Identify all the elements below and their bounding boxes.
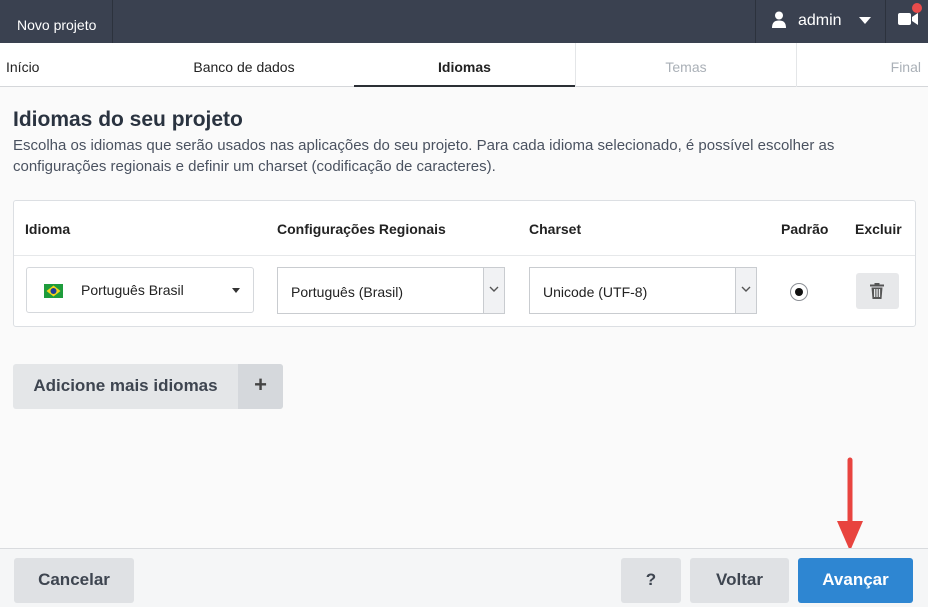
help-button[interactable]: ? xyxy=(621,558,681,603)
step-final: Final xyxy=(796,43,928,87)
user-icon xyxy=(772,11,786,28)
page-title: Idiomas do seu projeto xyxy=(13,108,243,131)
column-header-default: Padrão xyxy=(781,221,829,237)
page-description: Escolha os idiomas que serão usados nas … xyxy=(13,137,835,175)
charset-value: Unicode (UTF-8) xyxy=(543,284,648,300)
top-bar: Novo projeto admin xyxy=(0,0,928,43)
regional-value: Português (Brasil) xyxy=(291,284,404,300)
step-idiomas[interactable]: Idiomas xyxy=(354,43,575,87)
step-label: Idiomas xyxy=(438,59,491,75)
delete-language-button[interactable] xyxy=(856,273,899,309)
annotation-arrow-down-icon xyxy=(837,457,863,551)
chevron-down-icon xyxy=(232,288,240,293)
video-button[interactable] xyxy=(885,0,928,43)
language-value: Português Brasil xyxy=(81,282,184,298)
column-header-regional: Configurações Regionais xyxy=(277,221,446,237)
user-name: admin xyxy=(798,12,842,29)
trash-icon xyxy=(870,283,884,299)
step-label: Banco de dados xyxy=(193,59,295,75)
radio-selected-dot xyxy=(795,288,803,296)
wizard-steps: Início Banco de dados Idiomas Temas Fina… xyxy=(0,43,928,87)
step-label: Início xyxy=(6,59,40,75)
language-select[interactable]: Português Brasil xyxy=(26,267,254,313)
chevron-down-icon[interactable] xyxy=(483,268,504,313)
notification-badge xyxy=(912,3,922,13)
back-button[interactable]: Voltar xyxy=(690,558,789,603)
user-menu[interactable]: admin xyxy=(755,0,885,43)
column-header-language: Idioma xyxy=(25,221,71,237)
step-banco-de-dados[interactable]: Banco de dados xyxy=(134,43,354,87)
regional-select[interactable]: Português (Brasil) xyxy=(277,267,505,314)
header-divider xyxy=(14,255,915,256)
add-language-label: Adicione mais idiomas xyxy=(33,376,218,395)
step-label: Final xyxy=(890,59,921,75)
column-header-charset: Charset xyxy=(529,221,582,237)
next-button[interactable]: Avançar xyxy=(798,558,913,603)
project-tab[interactable]: Novo projeto xyxy=(0,0,113,43)
add-language-button[interactable]: Adicione mais idiomas + xyxy=(13,364,283,409)
chevron-down-icon xyxy=(859,17,871,24)
column-header-delete: Excluir xyxy=(855,221,902,237)
project-tab-label: Novo projeto xyxy=(17,17,97,33)
languages-table: Idioma Configurações Regionais Charset P… xyxy=(13,200,916,327)
step-temas: Temas xyxy=(575,43,796,87)
default-radio[interactable] xyxy=(790,283,808,301)
cancel-button[interactable]: Cancelar xyxy=(14,558,134,603)
step-label: Temas xyxy=(665,59,707,75)
video-camera-icon xyxy=(898,13,918,25)
charset-select[interactable]: Unicode (UTF-8) xyxy=(529,267,757,314)
step-inicio[interactable]: Início xyxy=(0,43,45,87)
brazil-flag-icon xyxy=(44,284,63,298)
footer-bar: Cancelar ? Voltar Avançar xyxy=(0,548,928,607)
plus-icon: + xyxy=(238,364,283,409)
chevron-down-icon[interactable] xyxy=(735,268,756,313)
